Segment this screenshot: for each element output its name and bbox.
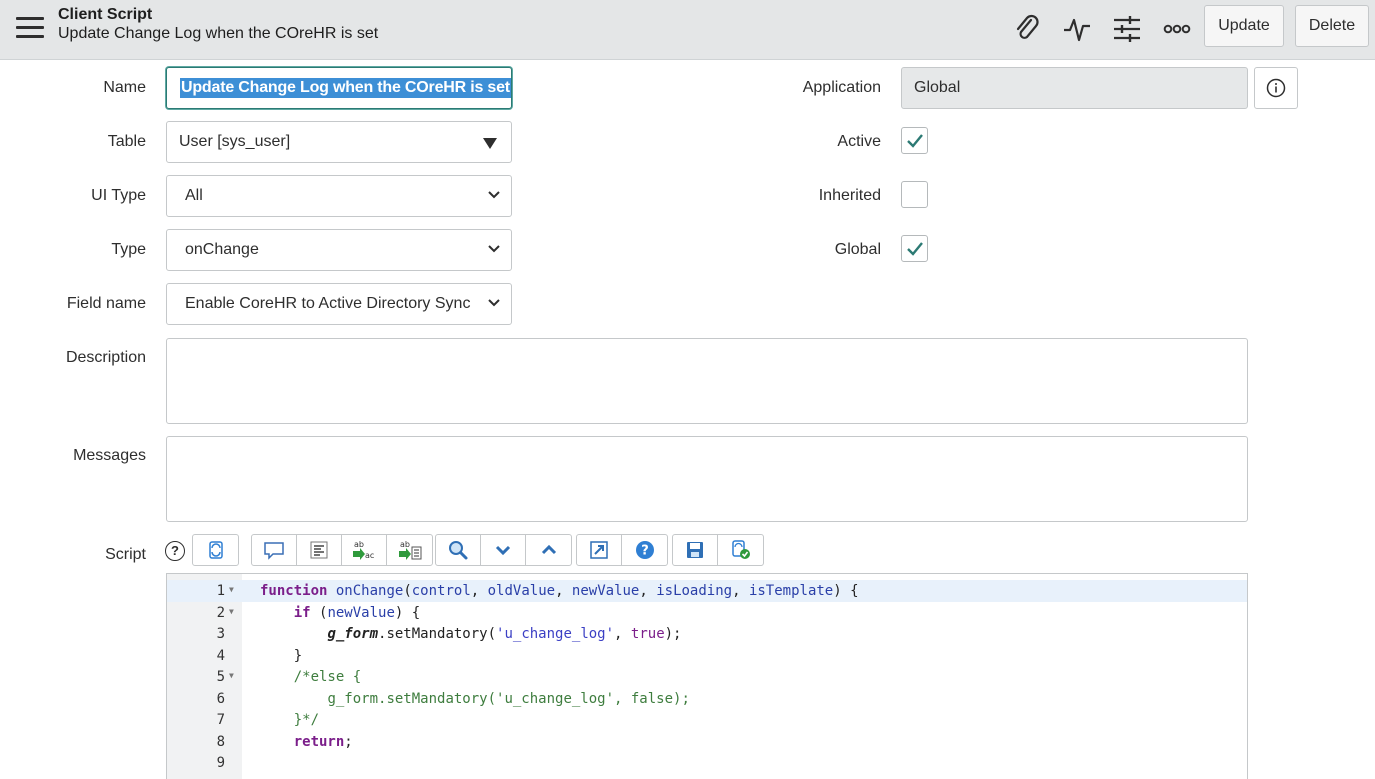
header-subtitle: Update Change Log when the COreHR is set [58,25,379,42]
type-value: onChange [185,241,259,258]
chevron-up-icon[interactable] [526,535,571,565]
toolbar-group-format: ab ac ab [251,534,433,566]
line-number: 4 [216,647,225,664]
caret-down-icon [483,138,497,149]
chevron-down-icon[interactable] [481,535,526,565]
save-icon[interactable] [673,535,718,565]
code-text: if (newValue) { [293,604,421,621]
info-icon [1266,78,1286,98]
table-field[interactable]: User [sys_user] [166,121,512,163]
code-text: g_form.setMandatory('u_change_log', fals… [327,690,690,707]
name-field-value: Update Change Log when the COreHR is set [180,78,511,98]
chevron-down-icon [488,245,500,253]
global-label: Global [834,241,881,258]
replace-all-icon[interactable]: ab [387,535,432,565]
code-text: g_form.setMandatory('u_change_log', true… [327,626,682,642]
info-button[interactable] [1254,67,1298,109]
code-text: /*else { [293,669,362,685]
line-number: 5 [216,669,225,685]
active-checkbox[interactable] [901,127,928,154]
more-icon[interactable] [1160,12,1194,46]
form-header: Client Script Update Change Log when the… [0,0,1375,60]
fold-arrow-icon[interactable]: ▼ [229,607,234,616]
type-select[interactable]: onChange [166,229,512,271]
code-line: 6 g_form.setMandatory('u_change_log', fa… [167,688,1247,710]
messages-textarea[interactable] [166,436,1248,522]
activity-icon[interactable] [1060,12,1094,46]
active-label: Active [837,133,881,150]
code-line: 2 ▼ if (newValue) { [167,602,1247,624]
code-line: 9 [167,752,1247,774]
application-label: Application [802,79,881,96]
svg-text:ab: ab [400,540,410,549]
fold-arrow-icon[interactable]: ▼ [229,585,234,594]
name-label: Name [103,79,146,96]
application-value: Global [914,79,961,96]
code-line: 5 ▼ /*else { [167,666,1247,688]
line-number: 6 [216,690,225,707]
code-line: 3 g_form.setMandatory('u_change_log', tr… [167,623,1247,645]
line-number: 9 [216,755,225,771]
menu-icon[interactable] [16,17,44,39]
ui-type-select[interactable]: All [166,175,512,217]
code-line: 4 } [167,645,1247,667]
ui-type-label: UI Type [91,187,146,204]
toolbar-group-view: ? [576,534,668,566]
inherited-label: Inherited [818,187,881,204]
paperclip-icon[interactable] [1010,12,1044,46]
help-circle-icon[interactable]: ? [622,535,667,565]
checkmark-icon [907,134,923,148]
svg-text:?: ? [641,544,649,559]
line-number: 2 [216,604,225,621]
code-text: return; [293,733,353,750]
search-icon[interactable] [436,535,481,565]
comment-icon[interactable] [252,535,297,565]
field-name-value: Enable CoreHR to Active Directory Sync [185,295,471,312]
line-number: 3 [216,626,225,642]
field-name-select[interactable]: Enable CoreHR to Active Directory Sync [166,283,512,325]
line-number: 8 [216,733,225,750]
inherited-checkbox[interactable] [901,181,928,208]
type-label: Type [111,241,146,258]
replace-icon[interactable]: ab ac [342,535,387,565]
svg-text:ac: ac [365,551,374,560]
global-checkbox[interactable] [901,235,928,262]
svg-text:ab: ab [354,540,364,549]
description-textarea[interactable] [166,338,1248,424]
chevron-down-icon [488,299,500,307]
validate-icon[interactable] [718,535,763,565]
ui-type-value: All [185,187,203,204]
code-line: 8 return; [167,731,1247,753]
code-line: 1 ▼ function onChange(control, oldValue,… [167,580,1247,602]
checkmark-icon [907,242,923,256]
line-number: 7 [216,712,225,728]
application-field: Global [901,67,1248,109]
script-sync-icon[interactable] [193,535,238,565]
code-text: } [293,647,303,664]
script-editor[interactable]: 1 ▼ function onChange(control, oldValue,… [166,573,1248,779]
toolbar-group-sync [192,534,239,566]
name-field[interactable]: Update Change Log when the COreHR is set [166,67,512,109]
toolbar-group-search [435,534,572,566]
update-button[interactable]: Update [1204,5,1284,47]
code-text: function onChange(control, oldValue, new… [260,583,859,599]
settings-sliders-icon[interactable] [1110,12,1144,46]
field-name-label: Field name [66,295,146,312]
table-label: Table [107,133,146,150]
format-icon[interactable] [297,535,342,565]
header-title: Client Script [58,6,153,23]
toolbar-group-save [672,534,764,566]
fold-arrow-icon[interactable]: ▼ [229,671,234,680]
script-label: Script [105,546,146,563]
delete-button[interactable]: Delete [1295,5,1369,47]
table-field-value: User [sys_user] [179,133,291,150]
help-icon[interactable]: ? [165,541,185,561]
code-text: }*/ [293,712,320,728]
messages-label: Messages [73,447,146,464]
fullscreen-icon[interactable] [577,535,622,565]
chevron-down-icon [488,191,500,199]
line-number: 1 [216,583,225,599]
code-line: 7 }*/ [167,709,1247,731]
description-label: Description [65,349,146,366]
